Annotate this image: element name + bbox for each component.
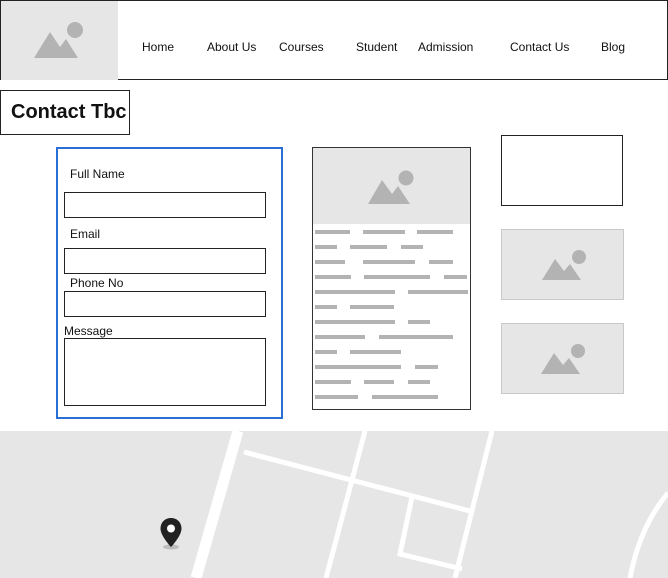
header: Home About Us Courses Student Admission …	[0, 0, 668, 80]
message-label: Message	[64, 324, 113, 338]
email-label: Email	[70, 227, 101, 241]
nav-blog[interactable]: Blog	[601, 40, 625, 54]
phone-input[interactable]	[64, 291, 266, 317]
placeholder-text-lines	[315, 230, 468, 399]
phone-label: Phone No	[70, 276, 124, 290]
side-image-placeholder-1[interactable]	[501, 229, 624, 300]
image-placeholder-icon	[34, 22, 83, 58]
nav-home[interactable]: Home	[142, 40, 174, 54]
email-input[interactable]	[64, 248, 266, 274]
map[interactable]	[0, 431, 668, 578]
article-card[interactable]	[312, 147, 471, 410]
nav-contact-us[interactable]: Contact Us	[510, 40, 569, 54]
nav-admission[interactable]: Admission	[418, 40, 473, 54]
page-title: Contact Tbc	[0, 90, 130, 135]
map-roads	[190, 431, 668, 578]
article-image-placeholder	[313, 148, 470, 224]
logo-placeholder[interactable]	[1, 1, 118, 80]
side-image-placeholder-2[interactable]	[501, 323, 624, 394]
nav-courses[interactable]: Courses	[279, 40, 324, 54]
image-placeholder-icon	[541, 344, 585, 374]
full-name-label: Full Name	[70, 167, 125, 181]
full-name-input[interactable]	[64, 192, 266, 218]
contact-form: Full Name Email Phone No Message	[56, 147, 283, 419]
nav-student[interactable]: Student	[356, 40, 397, 54]
side-box-empty[interactable]	[501, 135, 623, 206]
message-textarea[interactable]	[64, 338, 266, 406]
image-placeholder-icon	[542, 250, 586, 280]
image-placeholder-icon	[368, 170, 414, 204]
map-pin-icon[interactable]	[158, 517, 184, 551]
nav-about-us[interactable]: About Us	[207, 40, 256, 54]
